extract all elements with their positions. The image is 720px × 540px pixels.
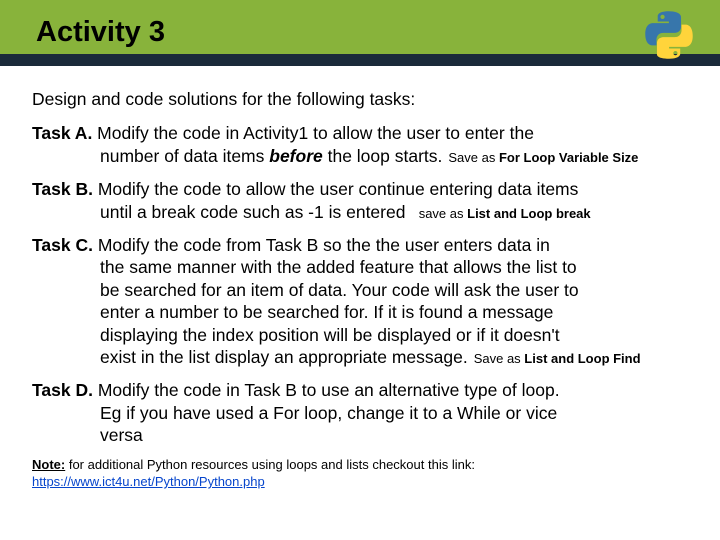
task-a-line2-prefix: number of data items <box>100 146 269 166</box>
task-b-label: Task B. <box>32 179 98 199</box>
task-a-label: Task A. <box>32 123 97 143</box>
note-label: Note: <box>32 457 65 472</box>
task-b: Task B. Modify the code to allow the use… <box>32 178 688 223</box>
resource-link[interactable]: https://www.ict4u.net/Python/Python.php <box>32 474 265 489</box>
content-area: Design and code solutions for the follow… <box>0 66 720 491</box>
task-d-line1: Modify the code in Task B to use an alte… <box>98 380 560 400</box>
task-c-line3: be searched for an item of data. Your co… <box>32 279 688 301</box>
task-c-line1: Modify the code from Task B so the the u… <box>98 235 550 255</box>
header-bar: Activity 3 <box>0 0 720 66</box>
task-d-label: Task D. <box>32 380 98 400</box>
task-c-label: Task C. <box>32 235 98 255</box>
note-block: Note: for additional Python resources us… <box>32 457 688 490</box>
task-a-line2-suffix: the loop starts. <box>323 146 443 166</box>
intro-text: Design and code solutions for the follow… <box>32 88 688 110</box>
page-title: Activity 3 <box>36 16 165 49</box>
task-c: Task C. Modify the code from Task B so t… <box>32 234 688 368</box>
task-a-line2-bold: before <box>269 146 322 166</box>
note-text: for additional Python resources using lo… <box>65 457 475 472</box>
task-c-line5: displaying the index position will be di… <box>32 324 688 346</box>
task-d: Task D. Modify the code in Task B to use… <box>32 379 688 446</box>
task-b-save: save as List and Loop break <box>405 206 590 221</box>
task-c-save: Save as List and Loop Find <box>468 351 641 366</box>
task-b-line2: until a break code such as -1 is entered <box>100 202 405 222</box>
task-a-line1: Modify the code in Activity1 to allow th… <box>97 123 534 143</box>
task-c-line2: the same manner with the added feature t… <box>32 256 688 278</box>
task-c-line4: enter a number to be searched for. If it… <box>32 301 688 323</box>
task-a: Task A. Modify the code in Activity1 to … <box>32 122 688 167</box>
python-logo-icon <box>644 10 694 60</box>
task-b-line1: Modify the code to allow the user contin… <box>98 179 579 199</box>
task-a-save: Save as For Loop Variable Size <box>442 150 638 165</box>
task-c-line6: exist in the list display an appropriate… <box>100 347 468 367</box>
task-d-line3: versa <box>32 424 688 446</box>
task-d-line2: Eg if you have used a For loop, change i… <box>32 402 688 424</box>
